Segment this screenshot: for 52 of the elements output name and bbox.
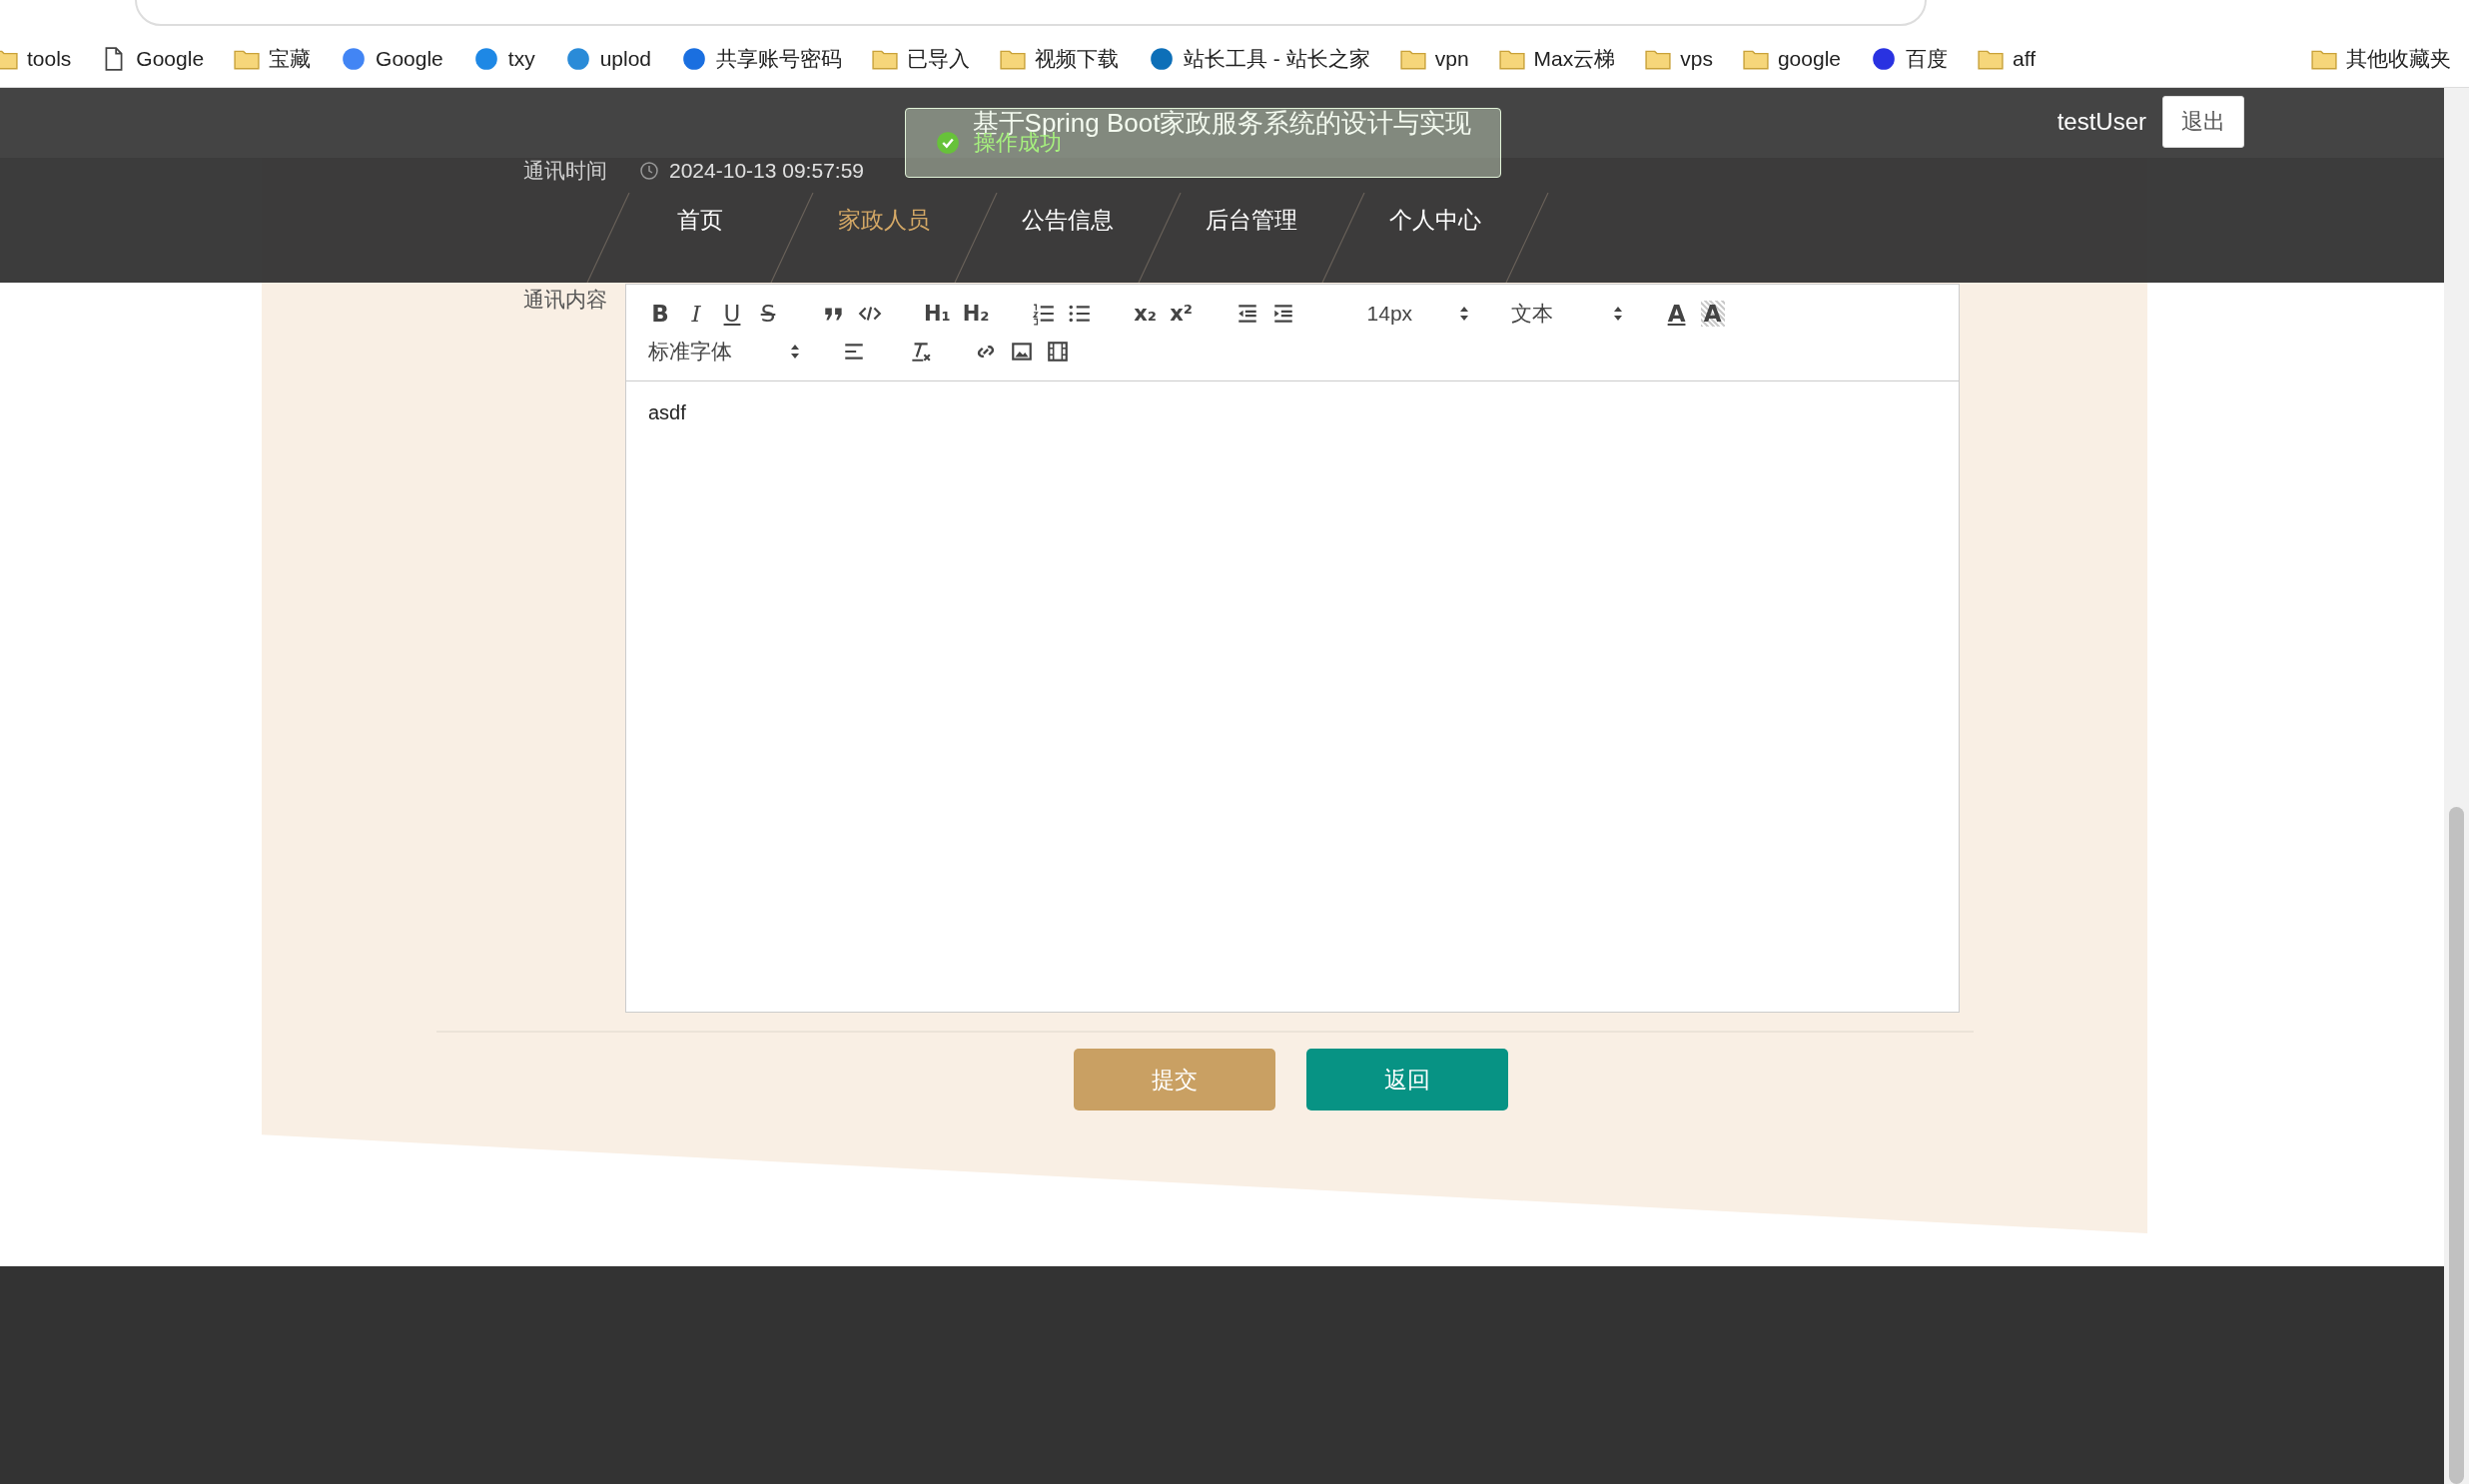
bookmark[interactable]: vpn [1399, 45, 1469, 72]
bookmark[interactable]: 共享账号密码 [681, 44, 843, 73]
date-value: 2024-10-13 09:57:59 [669, 159, 864, 183]
image-icon[interactable] [1010, 340, 1034, 364]
background-color-button[interactable]: A [1700, 301, 1725, 327]
nav-item[interactable]: 家政人员 [813, 205, 954, 236]
check-circle-icon [936, 131, 960, 155]
header-picker[interactable]: 文本 [1480, 300, 1601, 328]
nav-item[interactable]: 后台管理 [1181, 205, 1321, 236]
sort-caret-icon [1458, 306, 1469, 322]
back-button[interactable]: 返回 [1306, 1049, 1508, 1111]
clock-icon [639, 161, 659, 181]
bookmark[interactable]: 宝藏 [234, 44, 312, 73]
bookmark[interactable]: Google [101, 45, 205, 72]
bookmark[interactable]: vps [1645, 45, 1713, 72]
sort-caret-icon [1612, 306, 1623, 322]
bookmark[interactable]: tools [0, 45, 72, 72]
heading-button[interactable]: H₁ [924, 302, 951, 326]
bookmark[interactable]: 其他收藏夹 [2311, 44, 2451, 73]
scrollbar-thumb[interactable] [2449, 807, 2464, 1484]
field-label: 通讯时间 [522, 158, 607, 184]
nav-item[interactable]: 首页 [629, 205, 770, 236]
nav-item[interactable]: 公告信息 [997, 205, 1138, 236]
italic-button[interactable]: I [684, 301, 708, 327]
bookmark[interactable]: aff [1978, 45, 2036, 72]
username: testUser [2057, 108, 2146, 136]
bookmark[interactable]: txy [472, 45, 535, 72]
size-picker[interactable]: 14px [1336, 302, 1447, 326]
video-icon[interactable] [1046, 340, 1070, 364]
editor-text[interactable]: asdf [626, 381, 708, 444]
nav-item[interactable]: 个人中心 [1364, 205, 1505, 236]
bookmark[interactable]: Max云梯 [1498, 44, 1616, 73]
bookmark[interactable]: 百度 [1871, 44, 1948, 73]
heading-button[interactable]: H₂ [962, 302, 990, 326]
strikethrough-button[interactable]: S [756, 301, 780, 327]
bookmark[interactable]: 已导入 [872, 44, 971, 73]
field-label: 通讯内容 [522, 287, 607, 313]
bold-button[interactable]: B [648, 301, 672, 327]
ordered-list-icon[interactable] [1031, 302, 1056, 326]
sort-caret-icon [790, 344, 800, 360]
bookmark[interactable]: 视频下载 [1000, 44, 1120, 73]
bookmark[interactable]: google [1742, 45, 1841, 72]
scrollbar[interactable] [2444, 88, 2469, 1484]
underline-button[interactable]: U [720, 301, 744, 327]
superscript-button[interactable]: x² [1169, 302, 1194, 326]
text-color-button[interactable]: A [1664, 301, 1689, 327]
font-picker[interactable]: 标准字体 [648, 338, 778, 366]
bookmark[interactable]: 站长工具 - 站长之家 [1149, 44, 1370, 73]
logout-button[interactable]: 退出 [2162, 96, 2244, 148]
bookmark[interactable]: uplod [564, 45, 652, 72]
bookmark[interactable]: Google [341, 45, 443, 72]
subscript-button[interactable]: x₂ [1133, 302, 1158, 326]
